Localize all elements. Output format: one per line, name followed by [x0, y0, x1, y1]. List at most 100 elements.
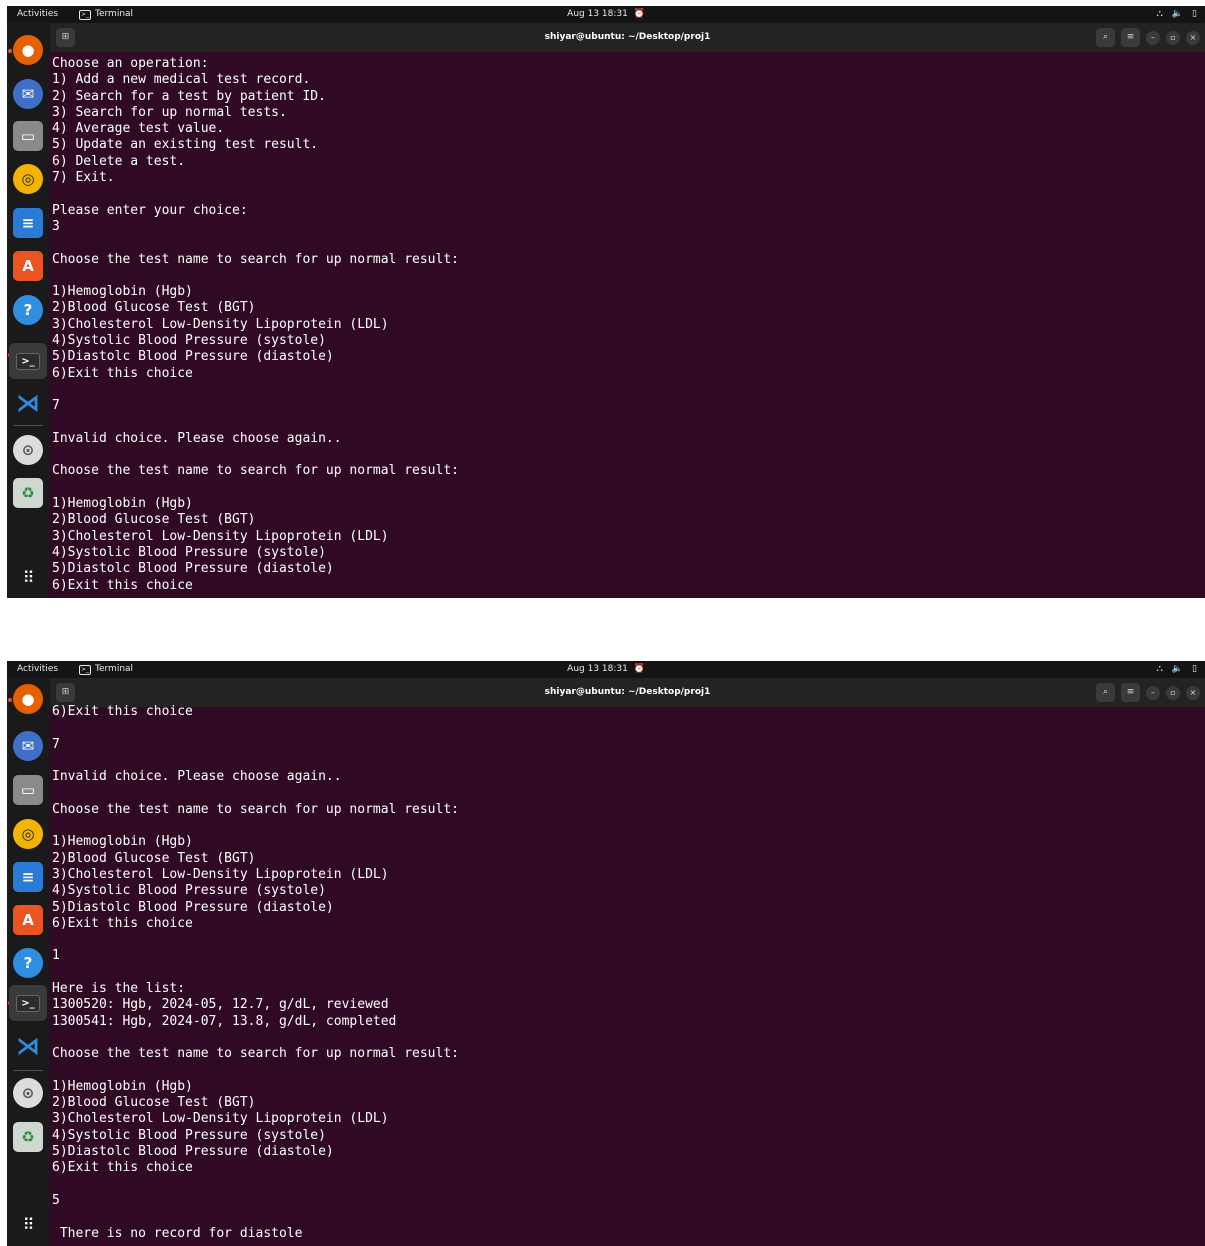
- writer-icon[interactable]: ≡: [13, 862, 43, 892]
- terminal-line: Choose an operation:: [52, 56, 209, 71]
- terminal-line: 3)Cholesterol Low-Density Lipoprotein (L…: [52, 1111, 389, 1127]
- terminal-line: 6) Delete a test.: [52, 153, 186, 169]
- terminal-line: 4) Average test value.: [52, 121, 225, 137]
- alarm-icon: ⏰: [633, 664, 645, 674]
- help-icon[interactable]: ?: [13, 948, 43, 978]
- maximize-icon[interactable]: ▫: [1166, 685, 1180, 700]
- vscode-icon[interactable]: ⋊: [13, 1031, 43, 1061]
- clock[interactable]: Aug 13 18:31 ⏰: [7, 661, 1205, 678]
- menu-icon[interactable]: ≡: [1121, 683, 1140, 702]
- search-icon[interactable]: ⌕: [1096, 28, 1115, 47]
- terminal-line: Choose the test name to search for up no…: [52, 1046, 459, 1062]
- volume-icon: 🔈: [1171, 664, 1184, 674]
- firefox-icon[interactable]: ●: [13, 35, 43, 65]
- thunderbird-icon[interactable]: ✉: [13, 79, 43, 109]
- software-icon[interactable]: A: [13, 251, 43, 281]
- files-icon[interactable]: ▭: [13, 121, 43, 151]
- terminal-line: Please enter your choice:: [52, 202, 248, 218]
- running-indicator: [8, 49, 12, 53]
- screenshot-1: Activities >_ Terminal Aug 13 18:31 ⏰ ⛬ 🔈 ▯…: [7, 6, 1205, 598]
- system-tray[interactable]: ⛬ 🔈 ▯: [1157, 661, 1197, 678]
- terminal-line: Choose the test name to search for up no…: [52, 463, 459, 479]
- menu-icon[interactable]: ≡: [1121, 28, 1140, 47]
- help-icon[interactable]: ?: [13, 295, 43, 325]
- terminal-line: There is no record for diastole: [52, 1225, 303, 1241]
- thunderbird-icon[interactable]: ✉: [13, 731, 43, 761]
- close-icon[interactable]: ×: [1186, 685, 1200, 700]
- terminal-line: 5: [52, 1192, 60, 1208]
- terminal-line: 3) Search for up normal tests.: [52, 104, 287, 120]
- terminal-line: 1: [52, 948, 60, 964]
- disc-icon[interactable]: ⊙: [13, 1078, 43, 1108]
- alarm-icon: ⏰: [633, 9, 645, 19]
- top-bar: Activities >_ Terminal Aug 13 18:31 ⏰ ⛬ 🔈 ▯: [7, 6, 1205, 23]
- app-grid-icon[interactable]: ⠿: [18, 570, 38, 591]
- terminal-icon[interactable]: >_: [9, 985, 47, 1021]
- terminal-line: 4)Systolic Blood Pressure (systole): [52, 544, 326, 560]
- terminal-line: 3)Cholesterol Low-Density Lipoprotein (L…: [52, 866, 389, 882]
- minimize-icon[interactable]: –: [1146, 30, 1160, 45]
- terminal-line: 5)Diastolc Blood Pressure (diastole): [52, 561, 334, 577]
- system-tray[interactable]: ⛬ 🔈 ▯: [1157, 6, 1197, 23]
- software-icon[interactable]: A: [13, 905, 43, 935]
- terminal-line: 6)Exit this choice: [52, 365, 193, 381]
- close-icon[interactable]: ×: [1186, 30, 1200, 45]
- dock-separator: [14, 425, 43, 426]
- window-title: shiyar@ubuntu: ~/Desktop/proj1: [544, 687, 711, 697]
- terminal-line: 6)Exit this choice: [52, 577, 193, 593]
- firefox-icon[interactable]: ●: [13, 684, 43, 714]
- rhythmbox-icon[interactable]: ◎: [13, 819, 43, 849]
- search-icon[interactable]: ⌕: [1096, 683, 1115, 702]
- terminal-icon[interactable]: >_: [9, 343, 47, 379]
- terminal-line: 7: [52, 736, 60, 752]
- battery-icon: ▯: [1192, 664, 1197, 674]
- volume-icon: 🔈: [1171, 9, 1184, 19]
- terminal-line: 1)Hemoglobin (Hgb): [52, 496, 193, 512]
- terminal-output[interactable]: 6)Exit this choice 7 Invalid choice. Pleas…: [52, 704, 1201, 1242]
- terminal-line: 4)Systolic Blood Pressure (systole): [52, 1127, 326, 1143]
- screenshot-2: Activities >_ Terminal Aug 13 18:31 ⏰ ⛬ 🔈 ▯…: [7, 661, 1205, 1246]
- terminal-line: Here is the list:: [52, 981, 186, 997]
- trash-icon[interactable]: ♻: [13, 478, 43, 508]
- terminal-titlebar: ⊞ shiyar@ubuntu: ~/Desktop/proj1 ⌕ ≡ – ▫…: [50, 23, 1205, 52]
- running-indicator: [8, 698, 12, 702]
- battery-icon: ▯: [1192, 9, 1197, 19]
- maximize-icon[interactable]: ▫: [1166, 30, 1180, 45]
- clock[interactable]: Aug 13 18:31 ⏰: [7, 6, 1205, 23]
- terminal-line: 5)Diastolc Blood Pressure (diastole): [52, 899, 334, 915]
- vscode-icon[interactable]: ⋊: [13, 388, 43, 418]
- terminal-titlebar: ⊞ shiyar@ubuntu: ~/Desktop/proj1 ⌕ ≡ – ▫…: [50, 678, 1205, 707]
- terminal-output[interactable]: Choose an operation: 1) Add a new medical…: [52, 56, 1201, 594]
- terminal-line: 5)Diastolc Blood Pressure (diastole): [52, 349, 334, 365]
- rhythmbox-icon[interactable]: ◎: [13, 164, 43, 194]
- terminal-line: 1)Hemoglobin (Hgb): [52, 1078, 193, 1094]
- writer-icon[interactable]: ≡: [13, 208, 43, 238]
- terminal-line: 6)Exit this choice: [52, 704, 193, 719]
- minimize-icon[interactable]: –: [1146, 685, 1160, 700]
- files-icon[interactable]: ▭: [13, 775, 43, 805]
- terminal-line: 5) Update an existing test result.: [52, 137, 319, 153]
- app-grid-icon[interactable]: ⠿: [18, 1217, 38, 1238]
- dock: ● ✉ ▭ ◎ ≡ A ? >_ ⋊ ⊙ ♻ ⠿: [7, 23, 50, 598]
- network-icon: ⛬: [1156, 664, 1163, 674]
- terminal-line: 4)Systolic Blood Pressure (systole): [52, 883, 326, 899]
- terminal-line: 1) Add a new medical test record.: [52, 72, 311, 88]
- disc-icon[interactable]: ⊙: [13, 435, 43, 465]
- terminal-line: 1300541: Hgb, 2024-07, 13.8, g/dL, compl…: [52, 1013, 397, 1029]
- terminal-line: 2) Search for a test by patient ID.: [52, 88, 326, 104]
- trash-icon[interactable]: ♻: [13, 1122, 43, 1152]
- terminal-line: 6)Exit this choice: [52, 915, 193, 931]
